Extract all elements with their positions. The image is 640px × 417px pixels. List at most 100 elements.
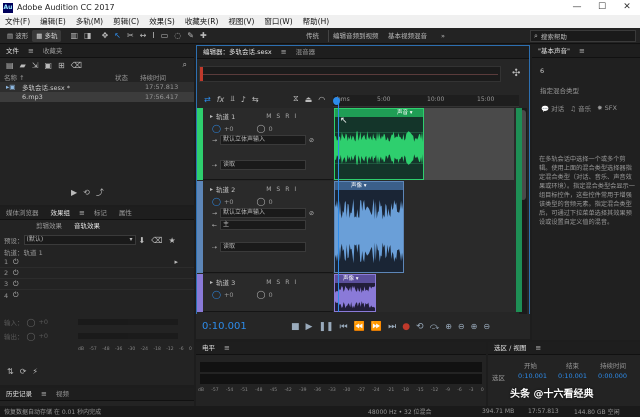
favorite-star-icon[interactable]: ★ <box>166 236 179 245</box>
preset-select[interactable]: (默认) ▾ <box>23 235 136 245</box>
razor-tool-icon[interactable]: ✂ <box>124 31 137 40</box>
col-duration[interactable]: 持续时间 <box>140 72 166 82</box>
multitrack-view-button[interactable]: ▦ 多轨 <box>32 29 62 42</box>
rewind-icon[interactable]: ⏪ <box>351 322 368 332</box>
tab-clip-effects[interactable]: 剪辑效果 <box>30 221 68 232</box>
play-icon[interactable]: ▶ <box>303 322 316 332</box>
lightning-icon[interactable]: ⚡ <box>29 367 41 376</box>
workspaces-overflow[interactable]: » <box>437 30 449 42</box>
lasso-tool-icon[interactable]: ◌ <box>171 31 184 40</box>
tab-history[interactable]: 历史记录 <box>0 388 38 401</box>
effect-slot[interactable]: 4 ⏻ <box>0 290 194 301</box>
menu-file[interactable]: 文件(F) <box>0 15 35 28</box>
collapse-chevron-icon[interactable]: ▸ <box>207 113 216 120</box>
menu-favorites[interactable]: 收藏夹(R) <box>180 15 224 28</box>
selection-start[interactable]: 0:10.001 <box>518 372 547 380</box>
import-icon[interactable]: ⇲ <box>29 61 42 70</box>
tab-markers[interactable]: 标记 <box>88 207 113 220</box>
track-name[interactable]: 轨道 1 <box>216 111 235 121</box>
track-input-select[interactable]: 默认立体声输入 <box>220 208 307 218</box>
selection-duration[interactable]: 0:00.000 <box>598 372 627 380</box>
menu-clip[interactable]: 剪辑(C) <box>108 15 144 28</box>
panel-menu-icon[interactable]: ≡ <box>76 209 88 217</box>
pitch-icon[interactable]: ◨ <box>81 31 95 40</box>
collapse-chevron-icon[interactable]: ▸ <box>207 279 216 286</box>
workspace-classic[interactable]: 传统 <box>302 30 323 42</box>
volume-knob-icon[interactable]: ◯ <box>209 124 224 133</box>
pause-icon[interactable]: ❚❚ <box>315 322 336 332</box>
tab-effects-rack[interactable]: 效果组 <box>45 207 77 220</box>
timecode-display[interactable]: 0:10.001 <box>202 321 288 332</box>
solo-button[interactable]: S <box>276 186 280 193</box>
play-icon[interactable]: ▶ <box>68 188 80 197</box>
menu-edit[interactable]: 编辑(E) <box>35 15 71 28</box>
tab-mixer[interactable]: 混音器 <box>290 46 322 59</box>
clip-track-3[interactable]: 声像 ▾ <box>334 274 376 312</box>
spectral-icon[interactable]: ▥ <box>67 31 81 40</box>
menu-view[interactable]: 视图(V) <box>223 15 259 28</box>
maximize-button[interactable]: ☐ <box>590 0 614 15</box>
type-music-button[interactable]: ♫ 音乐 <box>567 103 594 113</box>
zoom-out-time-icon[interactable]: ⊖ <box>480 322 493 331</box>
pan-knob-icon[interactable]: ◯ <box>254 124 269 133</box>
volume-knob-icon[interactable]: ◯ <box>209 290 224 299</box>
tab-files[interactable]: 文件 <box>0 45 25 58</box>
selection-end[interactable]: 0:10.001 <box>558 372 587 380</box>
solo-button[interactable]: S <box>276 113 280 120</box>
effect-slot[interactable]: 2 ⏻ <box>0 268 194 279</box>
tab-track-effects[interactable]: 音轨效果 <box>68 221 106 232</box>
clip-track-2[interactable]: 声像 ▾ <box>334 181 404 273</box>
save-icon[interactable]: ▣ <box>41 61 55 70</box>
brush-tool-icon[interactable]: ✎ <box>184 31 197 40</box>
arm-record-button[interactable]: R <box>285 279 289 286</box>
file-row[interactable]: ▸▣ 多轨会话.sesx * 17:57.813 <box>0 82 194 92</box>
clip-menu-icon[interactable]: ▾ <box>356 276 359 282</box>
loop-playback-icon[interactable]: ⟲ <box>413 322 427 332</box>
save-preset-icon[interactable]: ⬇ <box>136 236 149 245</box>
panel-menu-icon[interactable]: ≡ <box>38 390 50 398</box>
effect-slot[interactable]: 1 ⏻ ▸ <box>0 257 194 268</box>
eq-icon[interactable]: ♪ <box>238 95 249 104</box>
tab-editor-session[interactable]: 编辑器：多轨会话.sesx <box>197 46 278 59</box>
phase-icon[interactable]: ⊘ <box>306 137 317 144</box>
stop-icon[interactable]: ■ <box>288 322 303 332</box>
collapse-chevron-icon[interactable]: ▸ <box>207 186 216 193</box>
panel-menu-icon[interactable]: ≡ <box>278 48 290 56</box>
effect-slot[interactable]: 3 ⏻ <box>0 279 194 290</box>
panel-menu-icon[interactable]: ≡ <box>25 47 37 55</box>
tab-essential-sound[interactable]: "基本声音" <box>532 45 576 58</box>
session-overview[interactable] <box>199 66 501 82</box>
skip-icon[interactable]: ⤼ <box>427 322 443 332</box>
volume-knob-icon[interactable]: ◯ <box>209 197 224 206</box>
monitor-input-button[interactable]: I <box>294 186 296 193</box>
menu-window[interactable]: 窗口(W) <box>259 15 297 28</box>
clip-menu-icon[interactable]: ▾ <box>410 110 413 116</box>
tab-favorites[interactable]: 收藏夹 <box>37 45 69 58</box>
menu-help[interactable]: 帮助(H) <box>298 15 335 28</box>
close-button[interactable]: ✕ <box>615 0 639 15</box>
fast-forward-icon[interactable]: ⏩ <box>368 322 385 332</box>
monitor-input-button[interactable]: I <box>294 113 296 120</box>
clip-menu-icon[interactable]: ▾ <box>364 183 367 189</box>
arm-record-button[interactable]: R <box>285 113 289 120</box>
workspace-edit-audio-to-video[interactable]: 编辑音频到视频 <box>328 29 383 42</box>
open-folder-icon[interactable]: ▰ <box>17 61 29 70</box>
input-knob-icon[interactable]: ◯ <box>24 318 39 327</box>
time-select-icon[interactable]: I <box>149 31 157 40</box>
spot-healing-icon[interactable]: ✚ <box>197 31 210 40</box>
move-tool-icon[interactable]: ✥ <box>99 31 112 40</box>
waveform-view-button[interactable]: ▤ 波形 <box>3 30 32 42</box>
monitor-input-button[interactable]: I <box>294 279 296 286</box>
track-output-select[interactable]: 主 <box>220 220 307 230</box>
type-sfx-button[interactable]: ✸ SFX <box>594 104 620 112</box>
zoom-out-amplitude-icon[interactable]: ⊖ <box>455 322 468 331</box>
zoom-in-time-icon[interactable]: ⊕ <box>468 322 481 331</box>
export-icon[interactable]: ⤴ <box>93 187 107 198</box>
insert-icon[interactable]: ⊞ <box>55 61 68 70</box>
new-file-icon[interactable]: ▤ <box>3 61 17 70</box>
menu-effects[interactable]: 效果(S) <box>144 15 180 28</box>
zoom-navigator-icon[interactable]: ✣ <box>509 68 523 79</box>
chevron-right-icon[interactable]: ▸ <box>172 258 182 266</box>
tab-levels[interactable]: 电平 <box>196 342 221 355</box>
track-name[interactable]: 轨道 3 <box>216 277 235 287</box>
